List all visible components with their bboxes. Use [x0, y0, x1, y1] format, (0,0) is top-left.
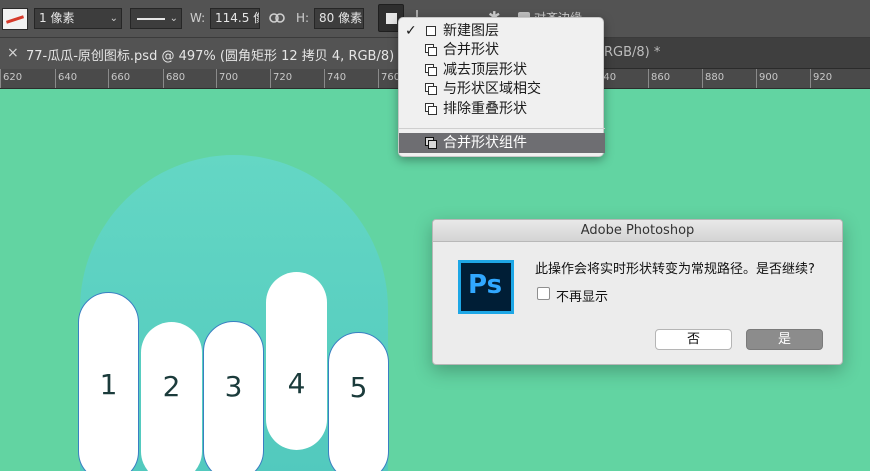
menu-item-intersect-shapes[interactable]: 与形状区域相交: [399, 79, 605, 99]
path-operations-menu: ✓ 新建图层 合并形状 减去顶层形状 与形状区域相交 排除重叠形状 合并形状组件: [398, 17, 605, 157]
ruler-tick: 880: [702, 69, 724, 88]
dont-show-again-checkbox[interactable]: [537, 287, 550, 300]
menu-item-label: 减去顶层形状: [443, 62, 527, 78]
menu-divider: [399, 128, 605, 129]
menu-item-merge-shape-components[interactable]: 合并形状组件: [399, 133, 605, 153]
ruler-tick: 720: [270, 69, 292, 88]
no-fill-slash-icon: [5, 15, 25, 24]
width-input[interactable]: 114.5 像: [210, 8, 260, 29]
width-value: 114.5 像: [215, 11, 259, 25]
logo-text: Ps: [468, 270, 503, 300]
finger-shape-1[interactable]: 1: [78, 292, 139, 471]
menu-item-label: 合并形状: [443, 42, 499, 58]
ruler-tick: 640: [55, 69, 77, 88]
square-icon: [386, 13, 397, 24]
no-button[interactable]: 否: [655, 329, 732, 350]
stroke-width-value: 1 像素: [39, 11, 75, 25]
solid-line-icon: [137, 18, 165, 20]
ruler-tick: 620: [0, 69, 22, 88]
menu-item-label: 排除重叠形状: [443, 101, 527, 117]
finger-shape-3[interactable]: 3: [203, 321, 264, 471]
photoshop-logo-icon: Ps: [458, 260, 514, 314]
width-label: W:: [190, 11, 206, 25]
ruler-tick: 760: [378, 69, 400, 88]
ruler-tick: 740: [324, 69, 346, 88]
menu-item-exclude-overlap[interactable]: 排除重叠形状: [399, 99, 605, 119]
finger-number: 4: [287, 367, 306, 400]
merge-components-icon: [425, 137, 437, 149]
menu-item-subtract-front-shape[interactable]: 减去顶层形状: [399, 60, 605, 80]
chevron-down-icon: ⌄: [109, 13, 118, 24]
ruler-tick: 860: [648, 69, 670, 88]
exclude-overlap-icon: [425, 103, 437, 115]
dialog-message: 此操作会将实时形状转变为常规路径。是否继续?: [535, 262, 815, 277]
ruler-tick: 660: [108, 69, 130, 88]
new-layer-icon: [425, 25, 437, 37]
stroke-color-swatch[interactable]: [2, 8, 28, 30]
yes-button[interactable]: 是: [746, 329, 823, 350]
checkmark-icon: ✓: [405, 23, 417, 39]
finger-number: 5: [349, 371, 368, 404]
link-icon[interactable]: [268, 9, 286, 27]
finger-number: 1: [99, 368, 118, 401]
ruler-tick: 920: [810, 69, 832, 88]
stroke-type-select[interactable]: ⌄: [130, 8, 182, 29]
finger-shape-5[interactable]: 5: [328, 332, 389, 471]
subtract-shape-icon: [425, 64, 437, 76]
dont-show-again-label[interactable]: 不再显示: [556, 286, 608, 305]
confirm-dialog: Adobe Photoshop Ps 此操作会将实时形状转变为常规路径。是否继续…: [432, 219, 843, 365]
intersect-shapes-icon: [425, 83, 437, 95]
tab-active-document[interactable]: × 77-瓜瓜-原创图标.psd @ 497% (圆角矩形 12 拷贝 4, R…: [0, 38, 398, 69]
height-value: 80 像素: [319, 11, 363, 25]
height-input[interactable]: 80 像素: [314, 8, 364, 29]
ruler-tick: 680: [163, 69, 185, 88]
chevron-down-icon: ⌄: [169, 13, 178, 24]
finger-number: 2: [162, 370, 181, 403]
menu-item-new-layer[interactable]: ✓ 新建图层: [399, 21, 605, 41]
finger-shape-2[interactable]: 2: [141, 322, 202, 471]
combine-shapes-icon: [425, 44, 437, 56]
menu-item-label: 合并形状组件: [443, 135, 527, 151]
ruler-tick: 900: [756, 69, 778, 88]
menu-item-label: 与形状区域相交: [443, 81, 541, 97]
menu-item-label: 新建图层: [443, 23, 499, 39]
tab-title: 77-瓜瓜-原创图标.psd @ 497% (圆角矩形 12 拷贝 4, RGB…: [26, 49, 395, 64]
menu-item-combine-shapes[interactable]: 合并形状: [399, 40, 605, 60]
ruler-tick: 700: [216, 69, 238, 88]
finger-shape-4[interactable]: 4: [266, 272, 327, 450]
dialog-title: Adobe Photoshop: [433, 220, 842, 242]
stroke-width-select[interactable]: 1 像素 ⌄: [34, 8, 122, 29]
close-icon[interactable]: ×: [7, 45, 19, 61]
finger-number: 3: [224, 370, 243, 403]
height-label: H:: [296, 11, 310, 25]
tab-second-document[interactable]: RGB/8) *: [604, 45, 660, 60]
